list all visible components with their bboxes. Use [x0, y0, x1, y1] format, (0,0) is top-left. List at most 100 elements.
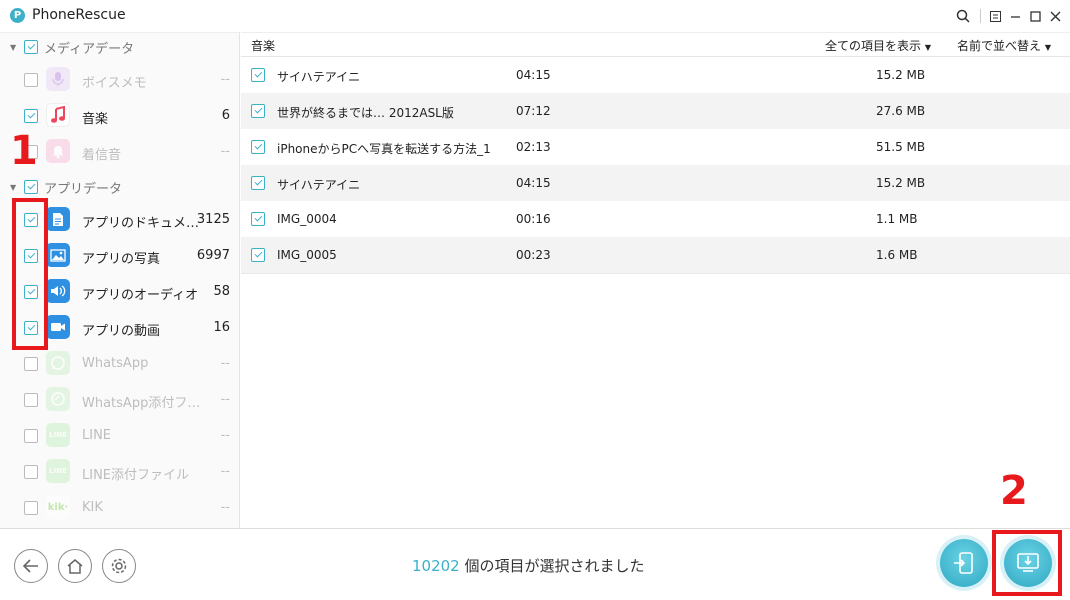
list-title: 音楽: [251, 39, 276, 53]
bell-icon: [46, 139, 70, 163]
caret-down-icon[interactable]: ▼: [10, 43, 16, 52]
row-size: 15.2 MB: [876, 68, 926, 82]
row-name: サイハテアイニ: [277, 178, 361, 192]
row-duration: 02:13: [516, 140, 551, 154]
row-name: サイハテアイニ: [277, 70, 361, 84]
filter-dropdown[interactable]: 全ての項目を表示 ▼: [825, 37, 931, 54]
category-checkbox[interactable]: [24, 40, 38, 54]
item-label: ボイスメモ: [82, 76, 147, 91]
table-row[interactable]: IMG_0005 00:23 1.6 MB: [241, 237, 1070, 273]
to-device-button[interactable]: [940, 539, 988, 587]
row-duration: 07:12: [516, 104, 551, 118]
sort-dropdown[interactable]: 名前で並べ替え ▼: [957, 37, 1051, 54]
item-label: KIK: [82, 500, 103, 515]
bottom-toolbar: 10202 個の項目が選択されました: [0, 528, 1070, 600]
row-checkbox[interactable]: [251, 212, 265, 226]
kik-icon: kik·: [46, 495, 70, 519]
row-name: IMG_0005: [277, 248, 337, 262]
whatsapp-attachment-icon: [46, 387, 70, 411]
item-label: LINE: [82, 428, 112, 443]
row-checkbox[interactable]: [251, 176, 265, 190]
sidebar-item-whatsapp[interactable]: WhatsApp --: [0, 346, 240, 382]
row-name: iPhoneからPCへ写真を転送する方法_1: [277, 142, 491, 156]
item-count: 6: [221, 108, 230, 123]
sidebar-item-line[interactable]: LINE LINE --: [0, 418, 240, 454]
row-checkbox[interactable]: [251, 140, 265, 154]
category-label: アプリデータ: [44, 181, 123, 197]
app-title: PhoneRescue: [32, 7, 126, 23]
row-name: IMG_0004: [277, 212, 337, 226]
sidebar-item-voice-memo[interactable]: ボイスメモ --: [0, 62, 240, 98]
search-icon[interactable]: [955, 8, 971, 24]
close-icon[interactable]: [1048, 8, 1062, 24]
minimize-icon[interactable]: [1008, 8, 1022, 24]
item-label: LINE添付ファイル: [82, 468, 190, 483]
item-count: --: [220, 464, 230, 479]
row-checkbox[interactable]: [251, 68, 265, 82]
to-device-icon: [954, 552, 973, 574]
gear-icon: [111, 558, 127, 574]
selected-count: 10202: [412, 557, 460, 575]
category-label: メディアデータ: [44, 41, 135, 57]
title-bar: P PhoneRescue: [0, 0, 1070, 32]
sidebar-item-line-attachments[interactable]: LINE LINE添付ファイル --: [0, 454, 240, 490]
row-checkbox[interactable]: [251, 248, 265, 262]
item-checkbox[interactable]: [24, 465, 38, 479]
line-attachment-icon: LINE: [46, 459, 70, 483]
selected-text: 個の項目が選択されました: [459, 557, 645, 575]
table-row[interactable]: 世界が終るまでは… 2012ASL版 07:12 27.6 MB: [241, 93, 1070, 129]
item-checkbox[interactable]: [24, 109, 38, 123]
photo-icon: [46, 243, 70, 267]
item-checkbox[interactable]: [24, 393, 38, 407]
item-checkbox[interactable]: [24, 73, 38, 87]
home-icon: [67, 559, 83, 574]
item-checkbox[interactable]: [24, 357, 38, 371]
item-label: アプリのドキュメ…: [82, 216, 200, 231]
item-count: --: [220, 144, 230, 159]
item-label: WhatsApp添付フ…: [82, 396, 201, 411]
item-count: 3125: [196, 212, 230, 227]
line-icon: LINE: [46, 423, 70, 447]
item-checkbox[interactable]: [24, 429, 38, 443]
sidebar-item-kik[interactable]: kik· KIK --: [0, 490, 240, 526]
selection-status: 10202 個の項目が選択されました: [412, 555, 645, 576]
row-duration: 04:15: [516, 68, 551, 82]
row-name: 世界が終るまでは… 2012ASL版: [277, 106, 454, 120]
back-button[interactable]: [14, 549, 48, 583]
item-count: --: [220, 392, 230, 407]
item-checkbox[interactable]: [24, 501, 38, 515]
sort-label: 名前で並べ替え: [957, 39, 1042, 53]
sidebar-item-whatsapp-attachments[interactable]: WhatsApp添付フ… --: [0, 382, 240, 418]
settings-button[interactable]: [102, 549, 136, 583]
chevron-down-icon: ▼: [1044, 43, 1051, 52]
maximize-icon[interactable]: [1028, 8, 1042, 24]
category-checkbox[interactable]: [24, 180, 38, 194]
speaker-icon: [46, 279, 70, 303]
home-button[interactable]: [58, 549, 92, 583]
app-logo-icon: P: [10, 8, 25, 23]
caret-down-icon[interactable]: ▼: [10, 183, 16, 192]
row-size: 15.2 MB: [876, 176, 926, 190]
row-checkbox[interactable]: [251, 104, 265, 118]
annotation-step-2: 2: [1000, 468, 1028, 514]
category-media-data[interactable]: ▼ メディアデータ: [0, 34, 240, 60]
filter-label: 全ての項目を表示: [825, 39, 922, 53]
row-size: 1.1 MB: [876, 212, 918, 226]
table-row[interactable]: IMG_0004 00:16 1.1 MB: [241, 201, 1070, 237]
item-label: アプリのオーディオ: [82, 288, 199, 303]
item-count: --: [220, 356, 230, 371]
table-row[interactable]: サイハテアイニ 04:15 15.2 MB: [241, 165, 1070, 201]
annotation-box-1: [12, 198, 48, 350]
category-app-data[interactable]: ▼ アプリデータ: [0, 174, 240, 200]
item-count: 58: [213, 284, 230, 299]
row-duration: 04:15: [516, 176, 551, 190]
item-label: アプリの写真: [82, 252, 161, 267]
list-end-divider: [241, 273, 1070, 274]
annotation-step-1: 1: [10, 128, 38, 174]
table-row[interactable]: iPhoneからPCへ写真を転送する方法_1 02:13 51.5 MB: [241, 129, 1070, 165]
item-label: WhatsApp: [82, 356, 149, 371]
menu-icon[interactable]: [988, 8, 1002, 24]
item-label: 着信音: [82, 148, 122, 163]
table-row[interactable]: サイハテアイニ 04:15 15.2 MB: [241, 57, 1070, 93]
item-count: --: [220, 428, 230, 443]
